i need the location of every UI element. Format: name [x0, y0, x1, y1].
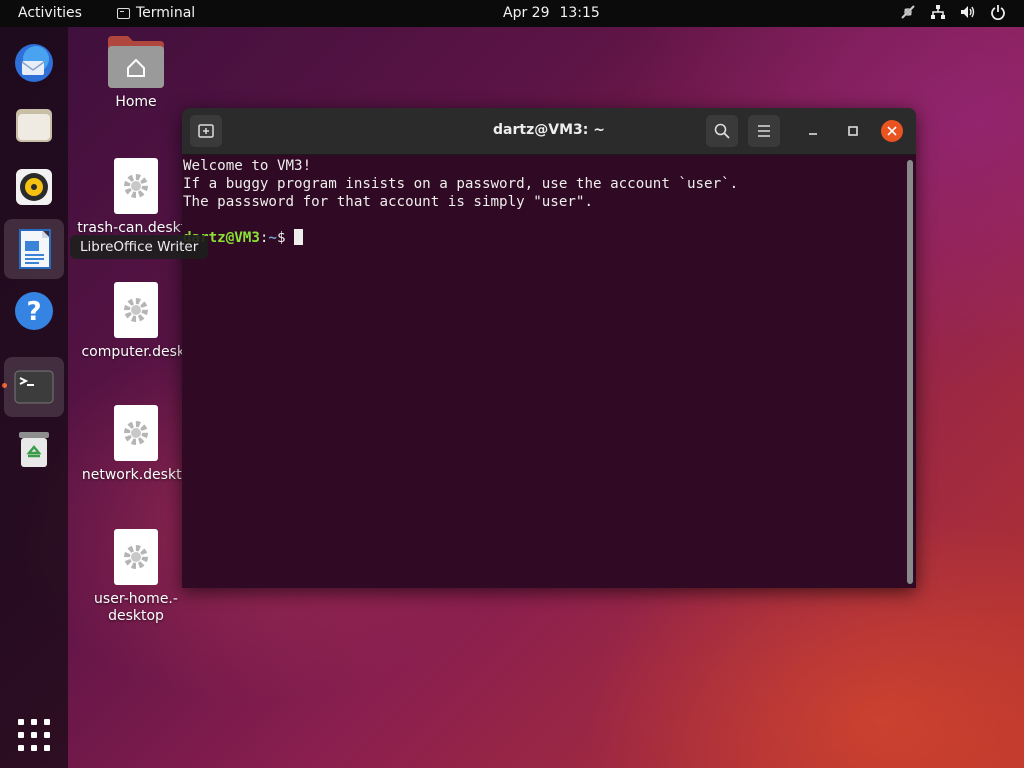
dock-item-files[interactable] — [4, 95, 64, 155]
desktop-label-line: user-home.- — [94, 591, 178, 607]
maximize-button[interactable] — [842, 120, 864, 142]
gear-icon — [114, 405, 158, 461]
dock-item-thunderbird[interactable] — [4, 33, 64, 93]
terminal-headerbar[interactable]: dartz@VM3: ~ — [182, 108, 916, 155]
dock-item-help[interactable]: ? — [4, 281, 64, 341]
files-icon — [16, 109, 52, 142]
desktop-home[interactable]: Home — [76, 36, 196, 111]
volume-icon[interactable] — [960, 4, 976, 20]
desktop-label-line: desktop — [108, 608, 164, 624]
desktop-label: network.deskto — [81, 467, 191, 483]
terminal-line: If a buggy program insists on a password… — [183, 176, 739, 192]
menu-button[interactable] — [748, 115, 780, 147]
activities-button[interactable]: Activities — [18, 5, 82, 21]
gear-icon — [114, 282, 158, 338]
clock-date: Apr 29 — [503, 5, 550, 21]
accessibility-icon[interactable] — [900, 4, 916, 20]
maximize-icon — [848, 126, 858, 136]
close-icon — [887, 126, 897, 136]
terminal-icon — [117, 7, 130, 19]
clock[interactable]: Apr 29 13:15 — [503, 5, 600, 21]
power-icon[interactable] — [990, 4, 1006, 20]
desktop-label: user-home.- desktop — [76, 591, 196, 625]
dock: ? — [0, 27, 68, 768]
desktop-computer[interactable]: computer.deskt — [76, 282, 196, 361]
trash-icon — [19, 432, 49, 467]
prompt-symbol: $ — [276, 230, 295, 246]
rhythmbox-icon — [16, 169, 52, 205]
clock-time: 13:15 — [559, 5, 600, 21]
terminal-output[interactable]: Welcome to VM3! If a buggy program insis… — [182, 155, 904, 588]
minimize-button[interactable] — [802, 120, 824, 142]
prompt-path: ~ — [268, 230, 277, 246]
dock-item-terminal[interactable] — [4, 357, 64, 417]
writer-icon — [19, 229, 51, 269]
network-icon[interactable] — [930, 4, 946, 20]
terminal-line: The passsword for that account is simply… — [183, 194, 593, 210]
app-menu-label: Terminal — [136, 5, 196, 21]
home-folder-icon — [108, 36, 164, 88]
dock-item-rhythmbox[interactable] — [4, 157, 64, 217]
help-icon: ? — [15, 292, 53, 330]
search-button[interactable] — [706, 115, 738, 147]
thunderbird-icon — [15, 44, 53, 82]
top-bar: Activities Terminal Apr 29 13:15 — [0, 0, 1024, 27]
desktop-user-home[interactable]: user-home.- desktop — [76, 529, 196, 625]
desktop-label: computer.deskt — [81, 344, 191, 360]
desktop-network[interactable]: network.deskto — [76, 405, 196, 484]
close-button[interactable] — [881, 120, 903, 142]
terminal-window[interactable]: dartz@VM3: ~ Welcome to VM3! If a buggy … — [182, 108, 916, 588]
minimize-icon — [809, 133, 817, 135]
gear-icon — [114, 529, 158, 585]
terminal-line: Welcome to VM3! — [183, 158, 312, 174]
terminal-icon — [14, 370, 54, 404]
hamburger-icon — [758, 125, 770, 137]
svg-text:?: ? — [26, 297, 41, 327]
gear-icon — [114, 158, 158, 214]
terminal-scrollbar[interactable] — [907, 160, 913, 584]
desktop-label: Home — [115, 94, 157, 110]
text-cursor — [294, 229, 304, 245]
search-icon — [714, 123, 730, 139]
app-grid-icon[interactable] — [18, 719, 50, 751]
dock-item-trash[interactable] — [4, 419, 64, 479]
system-tray[interactable] — [900, 4, 1006, 20]
app-menu-terminal[interactable]: Terminal — [117, 5, 195, 21]
dock-tooltip: LibreOffice Writer — [70, 235, 209, 259]
desktop-trash-can[interactable]: trash-can.deskto — [76, 158, 196, 237]
dock-item-writer[interactable] — [4, 219, 64, 279]
terminal-prompt[interactable]: dartz@VM3:~$ — [183, 229, 904, 247]
